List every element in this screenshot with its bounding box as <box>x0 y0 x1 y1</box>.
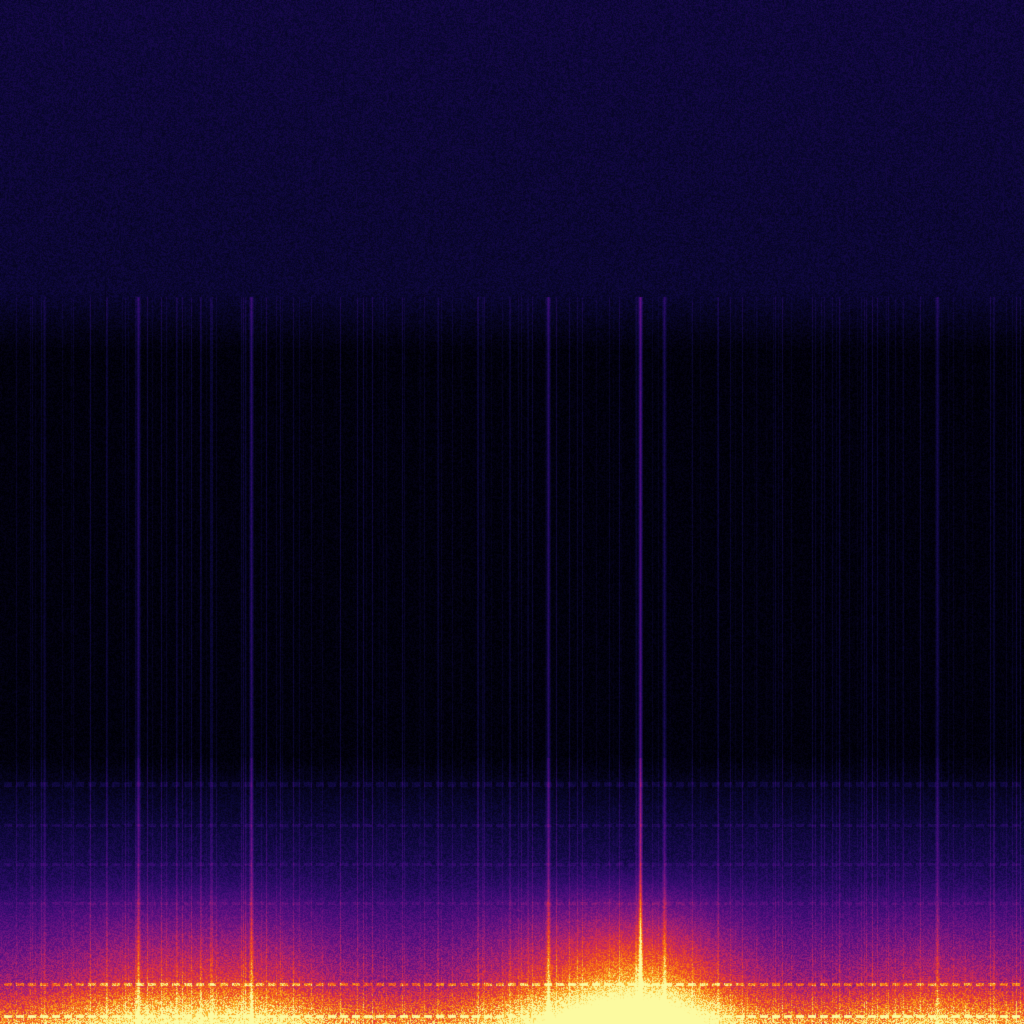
spectrogram-canvas <box>0 0 1024 1024</box>
spectrogram <box>0 0 1024 1024</box>
